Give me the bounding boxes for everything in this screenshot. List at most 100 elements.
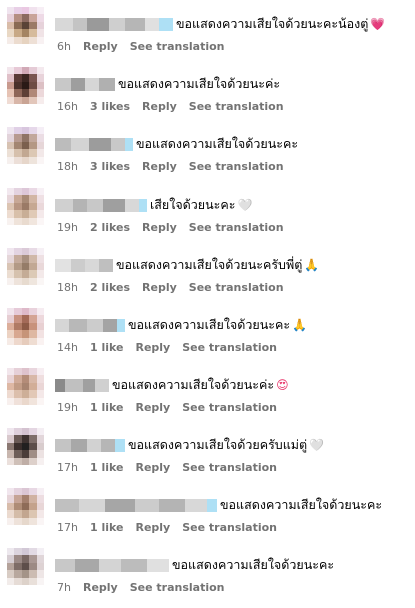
avatar-pixel	[14, 322, 22, 331]
avatar-pixel	[14, 390, 22, 398]
likes-count[interactable]: 3 likes	[90, 100, 130, 114]
avatar[interactable]	[7, 488, 44, 525]
reply-button[interactable]: Reply	[135, 461, 170, 475]
avatar[interactable]	[7, 188, 44, 225]
username-blurred[interactable]	[55, 438, 125, 452]
see-translation-button[interactable]: See translation	[182, 341, 277, 355]
avatar-pixel	[36, 81, 44, 90]
reply-button[interactable]: Reply	[135, 341, 170, 355]
username-pixel	[71, 137, 89, 151]
avatar-pixel	[14, 67, 22, 75]
avatar-pixel	[7, 14, 15, 22]
reply-button[interactable]: Reply	[142, 100, 177, 114]
avatar-pixel	[7, 457, 15, 465]
avatar-pixel	[29, 337, 37, 345]
avatar[interactable]	[7, 548, 44, 585]
see-translation-button[interactable]: See translation	[182, 461, 277, 475]
avatar-pixel	[36, 330, 44, 338]
username-pixel	[115, 438, 125, 452]
avatar-pixel	[7, 337, 15, 345]
avatar-pixel	[21, 262, 30, 271]
username-blurred[interactable]	[55, 378, 109, 392]
avatar-pixel	[21, 308, 30, 316]
avatar[interactable]	[7, 248, 44, 285]
avatar-pixel	[14, 570, 22, 578]
likes-count[interactable]: 1 like	[90, 401, 124, 415]
avatar-pixel	[29, 315, 37, 323]
see-translation-button[interactable]: See translation	[189, 160, 284, 174]
username-blurred[interactable]	[55, 198, 147, 212]
username-blurred[interactable]	[55, 498, 217, 512]
avatar-pixel	[21, 217, 30, 225]
avatar[interactable]	[7, 308, 44, 345]
avatar-pixel	[7, 89, 15, 97]
username-pixel	[87, 318, 103, 332]
username-blurred[interactable]	[55, 137, 133, 151]
username-blurred[interactable]	[55, 558, 169, 572]
comment-row: ขอแสดงความเสียใจด้วยนะคะ 18h 3 likes Reply S…	[0, 127, 415, 187]
avatar-pixel	[14, 502, 22, 511]
comment-text: ขอแสดงความเสียใจด้วยนะคะ	[220, 497, 383, 512]
likes-count[interactable]: 2 likes	[90, 221, 130, 235]
emoji-icon: 💗	[370, 17, 386, 31]
username-pixel	[99, 258, 113, 272]
reply-button[interactable]: Reply	[83, 581, 118, 595]
avatar-pixel	[7, 555, 15, 563]
avatar-pixel	[7, 488, 15, 496]
reply-button[interactable]: Reply	[135, 401, 170, 415]
avatar-pixel	[21, 74, 30, 82]
reply-button[interactable]: Reply	[135, 521, 170, 535]
avatar-pixel	[36, 495, 44, 503]
likes-count[interactable]: 3 likes	[90, 160, 130, 174]
avatar-pixel	[36, 308, 44, 316]
username-blurred[interactable]	[55, 17, 173, 31]
see-translation-button[interactable]: See translation	[189, 281, 284, 295]
avatar-pixel	[29, 570, 37, 578]
avatar-pixel	[29, 156, 37, 164]
avatar-pixel	[21, 7, 30, 15]
avatar[interactable]	[7, 368, 44, 405]
username-pixel	[135, 498, 159, 512]
avatar-pixel	[7, 517, 15, 525]
username-pixel	[69, 318, 87, 332]
avatar-pixel	[21, 248, 30, 256]
avatar-pixel	[36, 7, 44, 15]
avatar-pixel	[36, 322, 44, 331]
comment-meta: 19h 1 like Reply See translation	[57, 401, 277, 415]
avatar-pixel	[36, 89, 44, 97]
reply-button[interactable]: Reply	[142, 281, 177, 295]
likes-count[interactable]: 1 like	[90, 521, 124, 535]
avatar-pixel	[14, 495, 22, 503]
comments-list: ขอแสดงความเสียใจด้วยนะคะน้องตู่ 💗 6h Reply S…	[0, 0, 415, 603]
avatar[interactable]	[7, 127, 44, 164]
username-pixel	[147, 558, 169, 572]
reply-button[interactable]: Reply	[142, 160, 177, 174]
username-pixel	[65, 378, 83, 392]
avatar-pixel	[36, 29, 44, 37]
likes-count[interactable]: 2 likes	[90, 281, 130, 295]
reply-button[interactable]: Reply	[142, 221, 177, 235]
username-blurred[interactable]	[55, 258, 113, 272]
see-translation-button[interactable]: See translation	[130, 581, 225, 595]
username-blurred[interactable]	[55, 77, 115, 91]
likes-count[interactable]: 1 like	[90, 341, 124, 355]
see-translation-button[interactable]: See translation	[182, 521, 277, 535]
avatar[interactable]	[7, 67, 44, 104]
username-blurred[interactable]	[55, 318, 125, 332]
avatar-pixel	[7, 315, 15, 323]
avatar-pixel	[21, 81, 30, 90]
see-translation-button[interactable]: See translation	[130, 40, 225, 54]
comment-body: ขอแสดงความเสียใจด้วยนะคะ	[55, 555, 334, 575]
avatar-pixel	[29, 330, 37, 338]
avatar[interactable]	[7, 7, 44, 44]
reply-button[interactable]: Reply	[83, 40, 118, 54]
username-pixel	[55, 77, 71, 91]
avatar[interactable]	[7, 428, 44, 465]
likes-count[interactable]: 1 like	[90, 461, 124, 475]
avatar-pixel	[29, 141, 37, 150]
see-translation-button[interactable]: See translation	[189, 221, 284, 235]
see-translation-button[interactable]: See translation	[189, 100, 284, 114]
avatar-pixel	[7, 248, 15, 256]
see-translation-button[interactable]: See translation	[182, 401, 277, 415]
avatar-pixel	[21, 322, 30, 331]
